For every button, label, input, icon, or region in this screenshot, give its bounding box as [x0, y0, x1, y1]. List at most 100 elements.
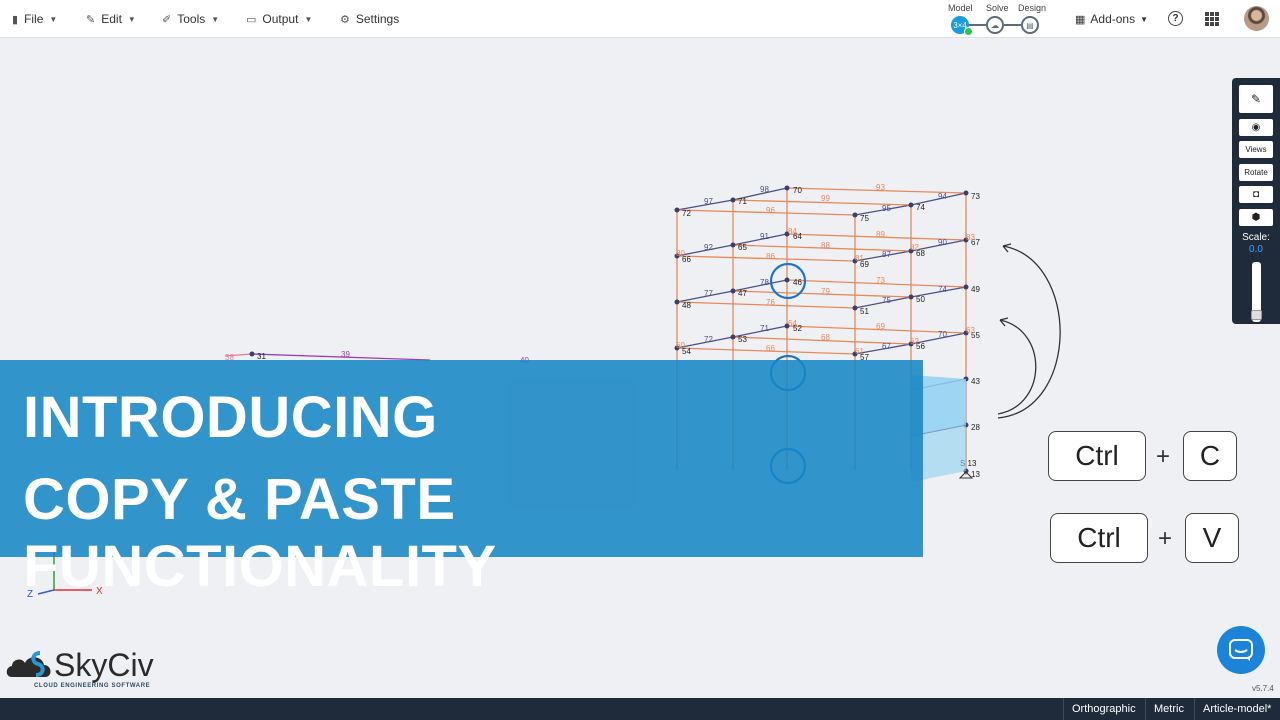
gear-icon: ⚙ [340, 13, 350, 26]
step-connector [968, 24, 988, 26]
addons-menu[interactable]: ▦ Add-ons ▼ [1075, 12, 1148, 26]
member-label: 90 [938, 238, 947, 247]
camera-icon: ◘ [1252, 189, 1260, 200]
member-label: 79 [821, 287, 830, 296]
tools-menu-label: Tools [177, 12, 206, 26]
version-label: v5.7.4 [1252, 684, 1274, 693]
apps-grid-icon[interactable] [1205, 12, 1219, 26]
settings-menu-label: Settings [355, 12, 400, 26]
member-label: 63 [966, 326, 975, 335]
member-label: 70 [938, 330, 947, 339]
node-label: 46 [793, 278, 802, 287]
member-label: 62 [910, 337, 919, 346]
file-name[interactable]: Article-model* [1203, 703, 1271, 715]
step-design[interactable]: ▤ [1021, 16, 1039, 34]
member-label: 89 [876, 230, 885, 239]
cloud-logo-icon [6, 651, 51, 677]
v-key: V [1185, 513, 1239, 563]
addons-icon: ▦ [1075, 13, 1086, 26]
tools-menu[interactable]: ✐ Tools ▼ [162, 12, 219, 26]
chat-button[interactable] [1217, 626, 1265, 674]
member-label: 76 [766, 298, 775, 307]
screenshot-button[interactable]: ◘ [1239, 186, 1273, 203]
workflow-stepper: Model Solve Design 3×4 ☁ ▤ [946, 2, 1046, 36]
monitor-icon: ▭ [246, 13, 257, 26]
edit-mode-button[interactable]: ✎ [1239, 85, 1273, 113]
chevron-down-icon: ▼ [1140, 14, 1149, 24]
member-label: 64 [788, 319, 797, 328]
visibility-button[interactable]: ◉ [1239, 119, 1273, 136]
node-label: 47 [738, 289, 747, 298]
file-menu[interactable]: ▮ File ▼ [12, 12, 57, 26]
avatar[interactable] [1244, 6, 1269, 31]
step-solve[interactable]: ☁ [986, 16, 1004, 34]
node-label: 49 [971, 285, 980, 294]
output-menu[interactable]: ▭ Output ▼ [246, 12, 312, 26]
c-key: C [1183, 431, 1237, 481]
cloud-icon: ☁ [991, 20, 999, 30]
member-label: 67 [882, 342, 891, 351]
member-label: 39 [341, 350, 350, 359]
help-button[interactable]: ? [1168, 11, 1183, 26]
pencil-icon: ✎ [86, 13, 96, 26]
plus-sign: + [1156, 443, 1171, 470]
step-label-model: Model [948, 3, 973, 13]
unit-system[interactable]: Metric [1154, 703, 1184, 715]
3d-view-button[interactable]: ⬢ [1239, 209, 1273, 226]
banner-subheadline: COPY & PASTE FUNCTIONALITY [23, 467, 497, 599]
help-icon: ? [1172, 13, 1179, 24]
addons-label: Add-ons [1090, 12, 1136, 26]
file-menu-label: File [24, 12, 44, 26]
node-label: 51 [860, 307, 869, 316]
plus-sign: + [1158, 525, 1173, 552]
settings-menu[interactable]: ⚙ Settings [340, 12, 399, 26]
check-icon [964, 27, 973, 36]
node-label: 53 [738, 335, 747, 344]
member-label: 61 [855, 347, 864, 356]
member-label: 75 [882, 296, 891, 305]
projection-mode[interactable]: Orthographic [1072, 703, 1136, 715]
member-label: 88 [821, 241, 830, 250]
announcement-banner: INTRODUCING COPY & PASTE FUNCTIONALITY [0, 360, 923, 599]
step-label-solve: Solve [986, 3, 1009, 13]
member-label: 93 [876, 183, 885, 192]
member-label: 71 [760, 324, 769, 333]
member-label: 74 [938, 285, 947, 294]
node-label: 75 [860, 214, 869, 223]
member-label: 81 [855, 254, 864, 263]
member-label: 68 [821, 333, 830, 342]
scale-slider-handle[interactable] [1251, 310, 1262, 320]
eye-icon: ◉ [1251, 122, 1261, 133]
node-label: 70 [793, 186, 802, 195]
member-label: 96 [766, 206, 775, 215]
node-label: 74 [916, 203, 925, 212]
node-label: 48 [682, 301, 691, 310]
edit-menu[interactable]: ✎ Edit ▼ [86, 12, 136, 26]
chevron-down-icon: ▼ [49, 14, 58, 24]
member-label: 72 [704, 335, 713, 344]
status-bar: Orthographic Metric Article-model* [0, 698, 1280, 720]
output-menu-label: Output [262, 12, 299, 26]
member-label: 69 [876, 322, 885, 331]
member-label: 95 [882, 204, 891, 213]
member-label: 60 [676, 341, 685, 350]
arrow-curve-icon [997, 319, 1037, 415]
member-label: 83 [966, 233, 975, 242]
logo-tagline: CLOUD ENGINEERING SOFTWARE [34, 683, 151, 689]
rotate-button-label: Rotate [1244, 168, 1268, 177]
member-label: 98 [760, 185, 769, 194]
views-button-label: Views [1245, 145, 1267, 154]
banner-headline: INTRODUCING [23, 385, 438, 450]
chat-icon [1229, 639, 1253, 661]
member-label: 91 [760, 232, 769, 241]
member-label: 94 [938, 192, 947, 201]
chevron-down-icon: ▼ [127, 14, 136, 24]
rotate-button[interactable]: Rotate [1239, 164, 1273, 181]
chevron-down-icon: ▼ [304, 14, 313, 24]
node-label: 50 [916, 295, 925, 304]
member-labels: 97 98 96 99 93 95 94 92 91 86 88 89 87 9… [225, 183, 975, 365]
member-label: 86 [766, 252, 775, 261]
pencil-icon: ✎ [1250, 92, 1262, 106]
member-label: 78 [760, 278, 769, 287]
views-button[interactable]: Views [1239, 141, 1273, 158]
